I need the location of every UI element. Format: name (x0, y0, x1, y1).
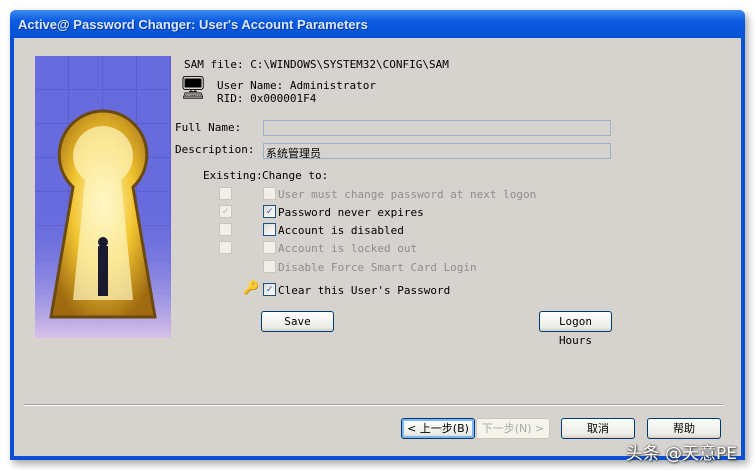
clear-password-label[interactable]: Clear this User's Password (278, 284, 450, 297)
existing-never-expires-checkbox: ✓ (219, 205, 232, 218)
full-name-label: Full Name: (175, 121, 242, 134)
password-never-expires-checkbox[interactable]: ✓ (263, 205, 276, 218)
dialog-window: Active@ Password Changer: User's Account… (10, 10, 745, 460)
cancel-button[interactable]: 取消 (561, 418, 635, 439)
separator (24, 404, 723, 406)
password-never-expires-label[interactable]: Password never expires (278, 206, 424, 219)
account-locked-checkbox (263, 241, 276, 254)
dialog-client: SAM file: C:\WINDOWS\SYSTEM32\CONFIG\SAM… (14, 38, 741, 456)
smart-card-checkbox (263, 260, 276, 273)
full-name-field[interactable] (263, 120, 611, 136)
key-icon: 🔑 (243, 281, 260, 296)
must-change-password-label: User must change password at next logon (278, 188, 537, 201)
next-button[interactable]: 下一步(N) > (476, 418, 550, 439)
user-rid: RID: 0x000001F4 (217, 92, 317, 105)
existing-disabled-checkbox (219, 223, 232, 236)
existing-locked-checkbox (219, 241, 232, 254)
help-button[interactable]: 帮助 (647, 418, 721, 439)
description-field[interactable]: 系统管理员 (263, 143, 611, 160)
save-button[interactable]: Save (261, 311, 334, 332)
user-name: User Name: Administrator (217, 79, 376, 92)
change-to-header: Change to: (262, 169, 329, 182)
title-bar: Active@ Password Changer: User's Account… (10, 10, 745, 38)
logon-hours-button[interactable]: Logon Hours (539, 311, 612, 347)
account-disabled-label[interactable]: Account is disabled (278, 224, 404, 237)
must-change-password-checkbox (263, 187, 276, 200)
account-locked-label: Account is locked out (278, 242, 418, 255)
sam-file-path: SAM file: C:\WINDOWS\SYSTEM32\CONFIG\SAM (184, 58, 449, 71)
clear-password-checkbox[interactable]: ✓ (263, 283, 276, 296)
back-button[interactable]: < 上一步(B) (401, 418, 475, 439)
existing-must-change-checkbox (219, 187, 232, 200)
keyhole-illustration (35, 56, 171, 338)
watermark: 头条 @天意PE (625, 444, 737, 464)
existing-header: Existing: (203, 169, 263, 182)
description-label: Description: (175, 143, 255, 156)
account-disabled-checkbox[interactable] (263, 223, 276, 236)
user-computer-icon: 🖥 (179, 76, 207, 101)
smart-card-label: Disable Force Smart Card Login (278, 261, 477, 274)
